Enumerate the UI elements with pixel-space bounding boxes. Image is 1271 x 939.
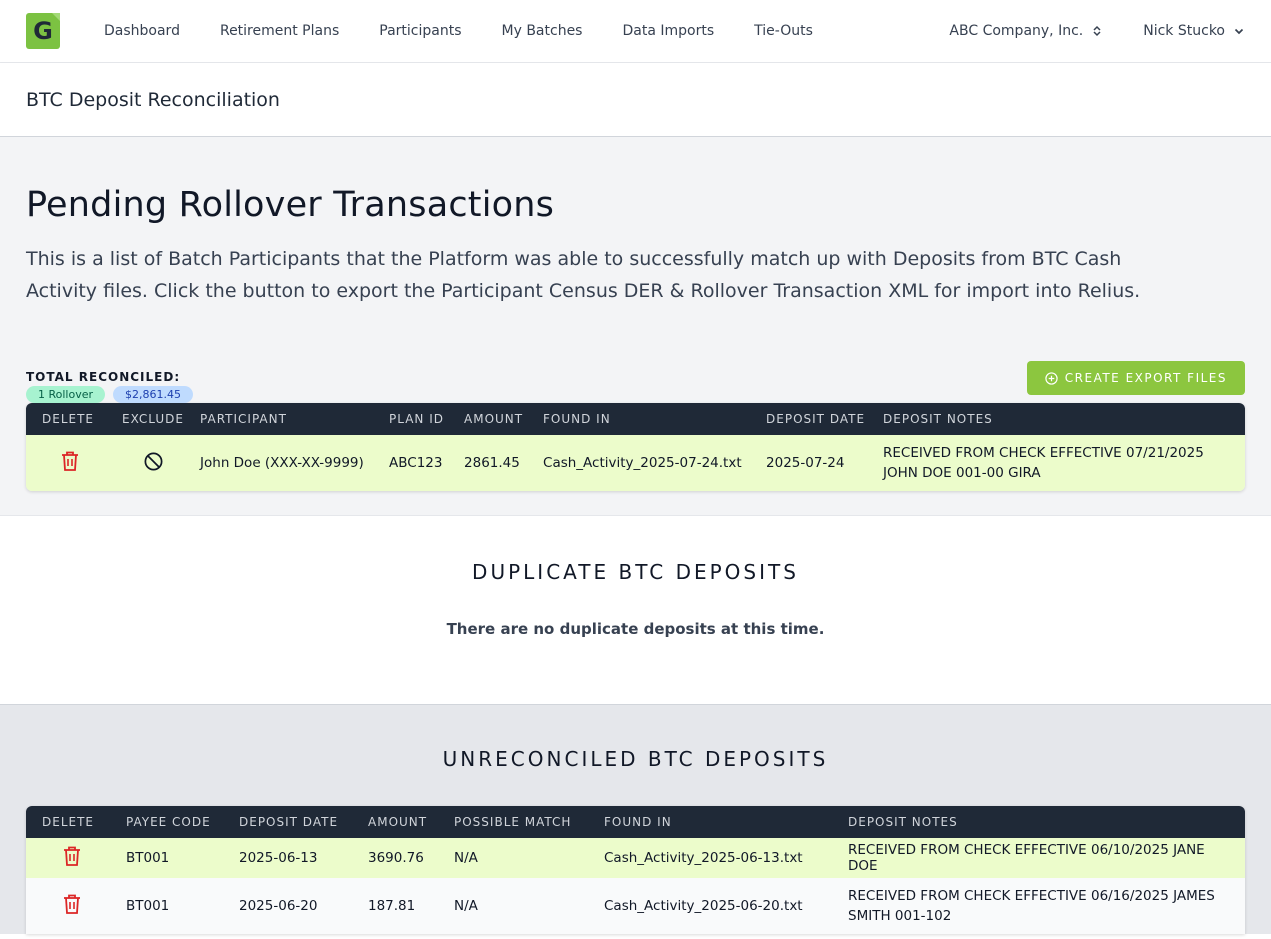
possible-match-cell: N/A — [454, 850, 478, 866]
amount-cell: 187.81 — [368, 898, 416, 914]
duplicate-section: DUPLICATE BTC DEPOSITS There are no dupl… — [0, 516, 1271, 705]
trash-icon[interactable] — [62, 845, 82, 867]
selector-updown-icon — [1093, 25, 1101, 37]
pending-heading: Pending Rollover Transactions — [26, 185, 555, 225]
deposit-date-cell: 2025-07-24 — [766, 455, 845, 471]
pending-description: This is a list of Batch Participants tha… — [26, 248, 1141, 302]
possible-match-cell: N/A — [454, 898, 478, 914]
company-name: ABC Company, Inc. — [949, 23, 1084, 39]
found-in-cell: Cash_Activity_2025-06-13.txt — [604, 850, 803, 866]
unreconciled-table: DELETE PAYEE CODE DEPOSIT DATE AMOUNT PO… — [26, 806, 1245, 934]
trash-icon[interactable] — [60, 450, 80, 472]
rollover-amount-badge: $2,861.45 — [113, 386, 194, 403]
chevron-down-icon — [1234, 28, 1244, 35]
participant-cell: John Doe (XXX-XX-9999) — [200, 455, 364, 471]
found-in-cell: Cash_Activity_2025-06-20.txt — [604, 898, 803, 914]
nav-right: ABC Company, Inc. Nick Stucko — [949, 23, 1245, 39]
nav-link-my-batches[interactable]: My Batches — [502, 23, 583, 39]
col-payee-code: PAYEE CODE — [126, 815, 211, 829]
nav-links: Dashboard Retirement Plans Participants … — [104, 23, 813, 39]
col-deposit-date: DEPOSIT DATE — [766, 412, 866, 426]
table-row: BT001 2025-06-13 3690.76 N/A Cash_Activi… — [26, 838, 1245, 878]
deposit-notes-cell: RECEIVED FROM CHECK EFFECTIVE 06/10/2025… — [848, 842, 1205, 874]
page-title: BTC Deposit Reconciliation — [26, 88, 280, 111]
logo-letter: G — [33, 17, 53, 45]
col-deposit-date: DEPOSIT DATE — [239, 815, 339, 829]
col-possible-match: POSSIBLE MATCH — [454, 815, 572, 829]
col-found-in: FOUND IN — [604, 815, 672, 829]
deposit-notes-cell: RECEIVED FROM CHECK EFFECTIVE 07/21/2025… — [883, 445, 1204, 481]
deposit-notes-cell: RECEIVED FROM CHECK EFFECTIVE 06/16/2025… — [848, 888, 1215, 924]
payee-code-cell: BT001 — [126, 850, 170, 866]
col-found-in: FOUND IN — [543, 412, 611, 426]
nav-link-dashboard[interactable]: Dashboard — [104, 23, 180, 39]
delete-cell[interactable] — [26, 838, 118, 878]
col-plan-id: PLAN ID — [389, 412, 444, 426]
unreconciled-title: UNRECONCILED BTC DEPOSITS — [442, 747, 829, 771]
deposit-date-cell: 2025-06-13 — [239, 850, 318, 866]
deposit-date-cell: 2025-06-20 — [239, 898, 318, 914]
table-row: John Doe (XXX-XX-9999) ABC123 2861.45 Ca… — [26, 435, 1245, 491]
delete-cell[interactable] — [26, 435, 114, 491]
duplicate-title: DUPLICATE BTC DEPOSITS — [472, 560, 799, 584]
col-deposit-notes: DEPOSIT NOTES — [883, 412, 993, 426]
payee-code-cell: BT001 — [126, 898, 170, 914]
col-exclude: EXCLUDE — [122, 412, 185, 426]
plus-circle-icon — [1045, 371, 1058, 385]
table-header-row: DELETE EXCLUDE PARTICIPANT PLAN ID AMOUN… — [26, 403, 1245, 435]
reconciled-bar: TOTAL RECONCILED: 1 Rollover $2,861.45 C… — [26, 361, 1245, 403]
pending-section: Pending Rollover Transactions This is a … — [0, 137, 1271, 516]
amount-cell: 3690.76 — [368, 850, 424, 866]
found-in-cell: Cash_Activity_2025-07-24.txt — [543, 455, 742, 471]
badge-group: 1 Rollover $2,861.45 — [26, 386, 194, 403]
col-amount: AMOUNT — [464, 412, 524, 426]
user-menu[interactable]: Nick Stucko — [1143, 23, 1245, 39]
delete-cell[interactable] — [26, 878, 118, 934]
rollover-count-badge: 1 Rollover — [26, 386, 106, 403]
ban-icon[interactable] — [143, 451, 164, 472]
plan-id-cell: ABC123 — [389, 455, 443, 471]
top-nav: G Dashboard Retirement Plans Participant… — [0, 0, 1271, 63]
duplicate-empty-message: There are no duplicate deposits at this … — [446, 620, 825, 638]
total-reconciled-label: TOTAL RECONCILED: — [26, 370, 181, 384]
col-delete: DELETE — [42, 412, 95, 426]
export-button-label: CREATE EXPORT FILES — [1064, 371, 1227, 385]
unreconciled-section: UNRECONCILED BTC DEPOSITS DELETE PAYEE C… — [0, 705, 1271, 934]
trash-icon[interactable] — [62, 893, 82, 915]
table-header-row: DELETE PAYEE CODE DEPOSIT DATE AMOUNT PO… — [26, 806, 1245, 838]
nav-link-retirement-plans[interactable]: Retirement Plans — [220, 23, 339, 39]
col-deposit-notes: DEPOSIT NOTES — [848, 815, 958, 829]
nav-link-tie-outs[interactable]: Tie-Outs — [754, 23, 813, 39]
col-amount: AMOUNT — [368, 815, 428, 829]
table-row: BT001 2025-06-20 187.81 N/A Cash_Activit… — [26, 878, 1245, 934]
pending-table: DELETE EXCLUDE PARTICIPANT PLAN ID AMOUN… — [26, 403, 1245, 491]
col-delete: DELETE — [42, 815, 95, 829]
amount-cell: 2861.45 — [464, 455, 520, 471]
app-logo[interactable]: G — [26, 13, 60, 49]
col-participant: PARTICIPANT — [200, 412, 287, 426]
page-header: BTC Deposit Reconciliation — [0, 63, 1271, 137]
user-name: Nick Stucko — [1143, 23, 1225, 39]
company-selector[interactable]: ABC Company, Inc. — [949, 23, 1103, 39]
total-reconciled: TOTAL RECONCILED: 1 Rollover $2,861.45 — [26, 370, 194, 403]
nav-link-participants[interactable]: Participants — [379, 23, 461, 39]
create-export-files-button[interactable]: CREATE EXPORT FILES — [1026, 361, 1245, 395]
exclude-cell[interactable] — [114, 435, 192, 491]
nav-link-data-imports[interactable]: Data Imports — [622, 23, 714, 39]
